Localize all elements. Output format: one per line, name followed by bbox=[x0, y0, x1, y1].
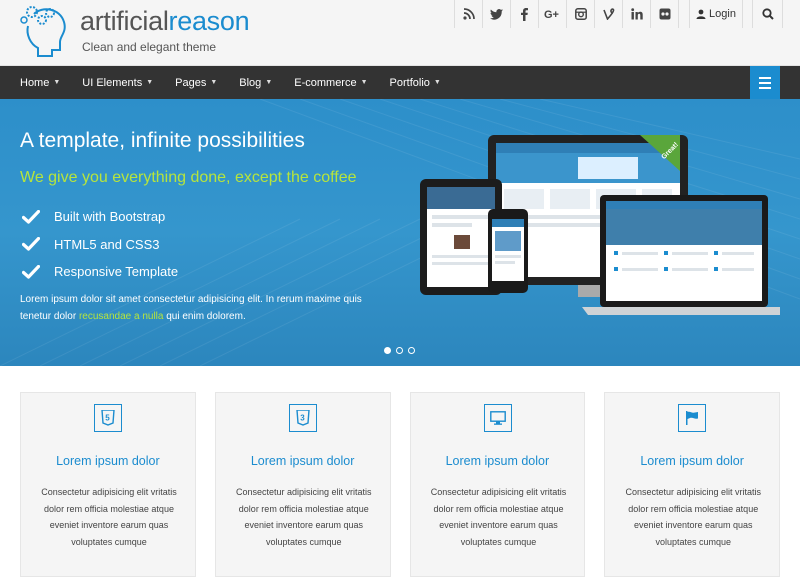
card-title[interactable]: Lorem ipsum dolor bbox=[605, 454, 779, 468]
chevron-down-icon: ▼ bbox=[210, 79, 218, 86]
brand-part-2: reason bbox=[168, 6, 250, 36]
user-icon bbox=[696, 9, 706, 19]
instagram-icon[interactable] bbox=[567, 0, 595, 28]
card-text: Consectetur adipisicing elit vritatis do… bbox=[430, 487, 567, 547]
nav-item-label: UI Elements bbox=[82, 76, 143, 89]
css3-icon: 3 bbox=[288, 404, 317, 432]
hero-subtitle: We give you everything done, except the … bbox=[20, 169, 357, 186]
twitter-icon[interactable] bbox=[483, 0, 511, 28]
feature-label: Responsive Template bbox=[54, 264, 179, 280]
card-text: Consectetur adipisicing elit vritatis do… bbox=[625, 487, 762, 547]
feature-item: Built with Bootstrap bbox=[22, 203, 178, 231]
svg-text:G+: G+ bbox=[544, 9, 559, 20]
social-links: G+ bbox=[454, 0, 679, 28]
slider-dot-3[interactable] bbox=[408, 347, 415, 354]
main-nav: Home ▼ UI Elements ▼ Pages ▼ Blog ▼ E-commer… bbox=[0, 66, 800, 99]
check-icon bbox=[22, 237, 40, 251]
card-title[interactable]: Lorem ipsum dolor bbox=[21, 454, 195, 468]
phone-mockup bbox=[488, 209, 528, 293]
feature-item: Responsive Template bbox=[22, 258, 178, 286]
linkedin-icon[interactable] bbox=[623, 0, 651, 28]
card-text: Consectetur adipisicing elit vritatis do… bbox=[235, 487, 372, 547]
rss-icon[interactable] bbox=[455, 0, 483, 28]
hero-paragraph-text-2: qui enim dolorem. bbox=[166, 311, 246, 322]
site-header: artificialreason Clean and elegant theme… bbox=[0, 0, 800, 66]
facebook-icon[interactable] bbox=[511, 0, 539, 28]
tagline: Clean and elegant theme bbox=[82, 40, 217, 54]
responsive-devices-illustration: Great! bbox=[420, 135, 780, 315]
chevron-down-icon: ▼ bbox=[360, 79, 368, 86]
nav-menu: Home ▼ UI Elements ▼ Pages ▼ Blog ▼ E-commer… bbox=[0, 66, 800, 99]
google-plus-icon[interactable]: G+ bbox=[539, 0, 567, 28]
search-button[interactable] bbox=[752, 0, 783, 28]
feature-cards: 5 Lorem ipsum dolor Consectetur adipisic… bbox=[20, 392, 780, 577]
svg-text:3: 3 bbox=[300, 414, 305, 423]
card-title[interactable]: Lorem ipsum dolor bbox=[216, 454, 390, 468]
search-icon bbox=[761, 8, 774, 20]
feature-label: HTML5 and CSS3 bbox=[54, 236, 160, 252]
slider-dot-1[interactable] bbox=[384, 347, 391, 354]
vine-icon[interactable] bbox=[595, 0, 623, 28]
nav-item-label: Portfolio bbox=[389, 76, 430, 89]
hero-paragraph-link[interactable]: recusandae a nulla bbox=[79, 311, 164, 322]
nav-item-home[interactable]: Home ▼ bbox=[20, 66, 60, 99]
menu-bar bbox=[759, 76, 771, 79]
feature-item: HTML5 and CSS3 bbox=[22, 231, 178, 259]
brain-gears-logo-icon[interactable] bbox=[20, 4, 68, 60]
feature-list: Built with Bootstrap HTML5 and CSS3 Resp… bbox=[22, 203, 178, 286]
nav-item-label: Blog bbox=[239, 76, 262, 89]
nav-item-portfolio[interactable]: Portfolio ▼ bbox=[390, 66, 441, 99]
hero-slider: A template, infinite possibilities We gi… bbox=[0, 99, 800, 366]
check-icon bbox=[22, 209, 40, 224]
slider-dot-2[interactable] bbox=[396, 347, 403, 354]
svg-text:5: 5 bbox=[105, 414, 110, 423]
card-text: Consectetur adipisicing elit vritatis do… bbox=[41, 487, 177, 547]
desktop-icon bbox=[483, 404, 512, 432]
login-button[interactable]: Login bbox=[689, 0, 743, 28]
flickr-icon[interactable] bbox=[651, 0, 679, 28]
feature-card: Lorem ipsum dolor Consectetur adipisicin… bbox=[409, 392, 586, 577]
chevron-down-icon: ▼ bbox=[433, 79, 441, 86]
card-title[interactable]: Lorem ipsum dolor bbox=[411, 454, 585, 468]
brand-name[interactable]: artificialreason bbox=[80, 6, 250, 37]
menu-bar bbox=[759, 81, 771, 84]
slider-pagination bbox=[384, 347, 415, 354]
login-label: Login bbox=[709, 8, 736, 20]
laptop-mockup bbox=[582, 195, 780, 315]
flag-icon bbox=[678, 404, 707, 432]
hero-paragraph: Lorem ipsum dolor sit amet consectetur a… bbox=[20, 291, 380, 325]
hamburger-menu-button[interactable] bbox=[750, 66, 780, 99]
html5-icon: 5 bbox=[94, 404, 122, 432]
feature-card: 5 Lorem ipsum dolor Consectetur adipisic… bbox=[20, 392, 196, 577]
nav-item-label: Home bbox=[20, 76, 50, 89]
brand-part-1: artificial bbox=[80, 6, 169, 36]
hero-title: A template, infinite possibilities bbox=[20, 129, 305, 152]
chevron-down-icon: ▼ bbox=[265, 79, 273, 86]
feature-label: Built with Bootstrap bbox=[54, 209, 166, 225]
nav-item-label: Pages bbox=[175, 76, 207, 89]
menu-bar bbox=[759, 86, 771, 89]
nav-item-ui-elements[interactable]: UI Elements ▼ bbox=[82, 66, 153, 99]
nav-item-label: E-commerce bbox=[294, 76, 357, 89]
nav-item-blog[interactable]: Blog ▼ bbox=[239, 66, 272, 99]
check-icon bbox=[22, 264, 40, 279]
feature-card: 3 Lorem ipsum dolor Consectetur adipisic… bbox=[214, 392, 391, 577]
nav-item-pages[interactable]: Pages ▼ bbox=[175, 66, 217, 99]
chevron-down-icon: ▼ bbox=[53, 79, 61, 86]
feature-card: Lorem ipsum dolor Consectetur adipisicin… bbox=[604, 392, 780, 577]
nav-item-e-commerce[interactable]: E-commerce ▼ bbox=[294, 66, 367, 99]
chevron-down-icon: ▼ bbox=[146, 79, 154, 86]
